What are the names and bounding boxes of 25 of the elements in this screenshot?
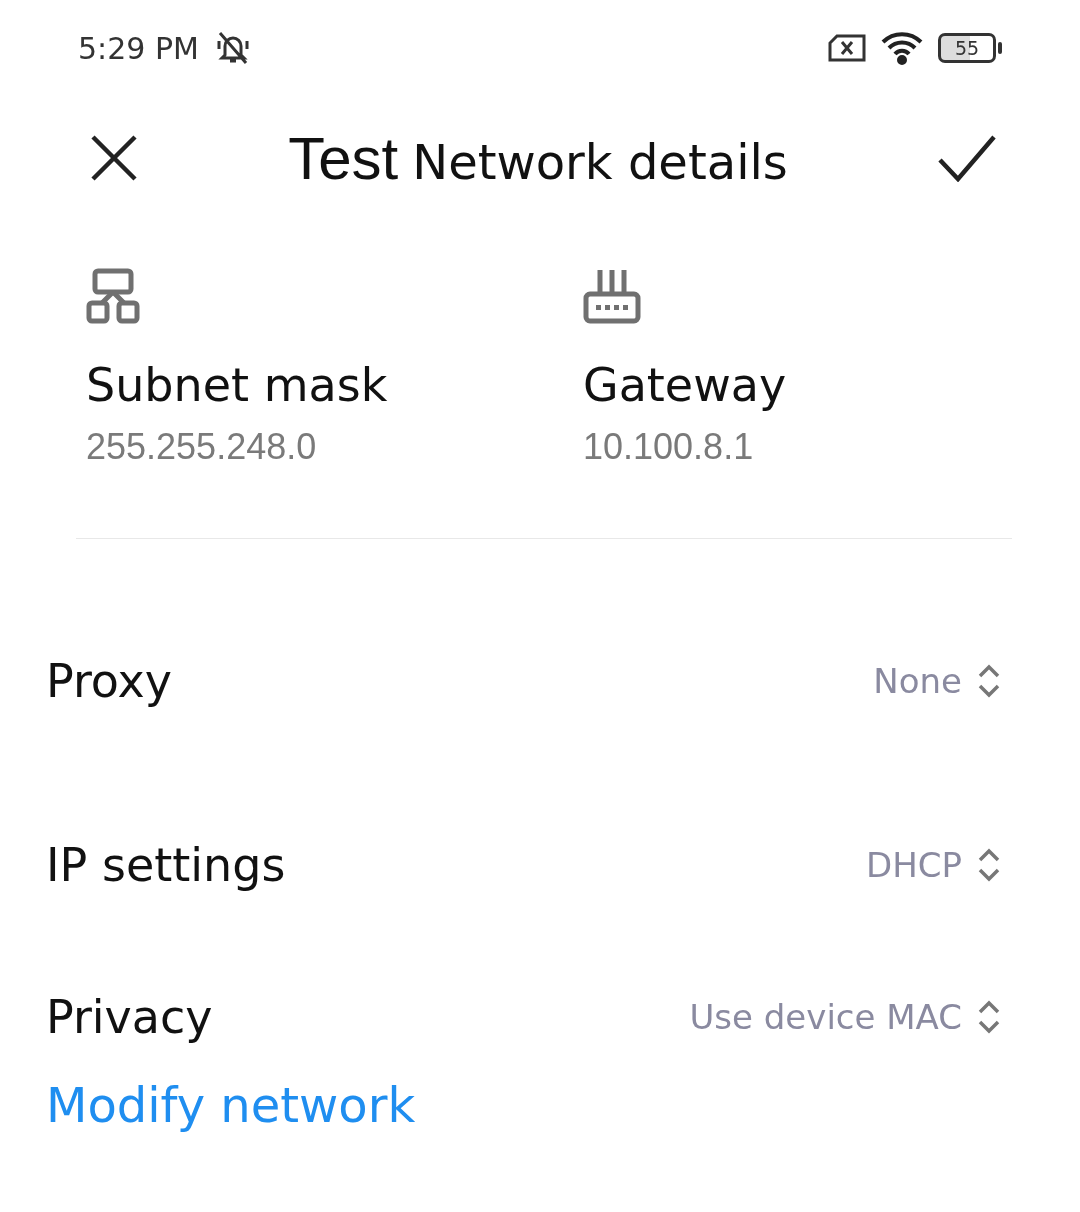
up-down-icon[interactable] bbox=[978, 664, 1000, 698]
setting-label: IP settings bbox=[46, 838, 287, 892]
setting-value[interactable]: None bbox=[873, 661, 962, 701]
setting-value[interactable]: Use device MAC bbox=[689, 997, 962, 1037]
hierarchy-icon bbox=[86, 268, 140, 324]
close-icon[interactable] bbox=[90, 134, 138, 182]
status-time: 5:29 PM bbox=[78, 30, 199, 66]
router-icon bbox=[583, 268, 641, 324]
battery-tip-icon bbox=[998, 42, 1002, 54]
info-value: 10.100.8.1 bbox=[583, 426, 755, 468]
wifi-icon bbox=[880, 31, 924, 65]
no-sim-icon bbox=[828, 34, 866, 62]
up-down-icon[interactable] bbox=[978, 1000, 1000, 1034]
title-prefix: Test bbox=[288, 123, 399, 193]
info-value: 255.255.248.0 bbox=[86, 426, 318, 468]
battery-indicator: 55 bbox=[938, 33, 996, 63]
screen-title: Network details bbox=[412, 133, 788, 190]
setting-value[interactable]: DHCP bbox=[866, 845, 962, 885]
checkmark-icon[interactable] bbox=[938, 134, 996, 182]
info-label: Subnet mask bbox=[86, 358, 389, 412]
setting-label: Privacy bbox=[46, 990, 214, 1044]
up-down-icon[interactable] bbox=[978, 848, 1000, 882]
setting-label: Proxy bbox=[46, 654, 173, 708]
info-label: Gateway bbox=[583, 358, 788, 412]
modify-network-link[interactable]: Modify network bbox=[0, 1077, 462, 1133]
